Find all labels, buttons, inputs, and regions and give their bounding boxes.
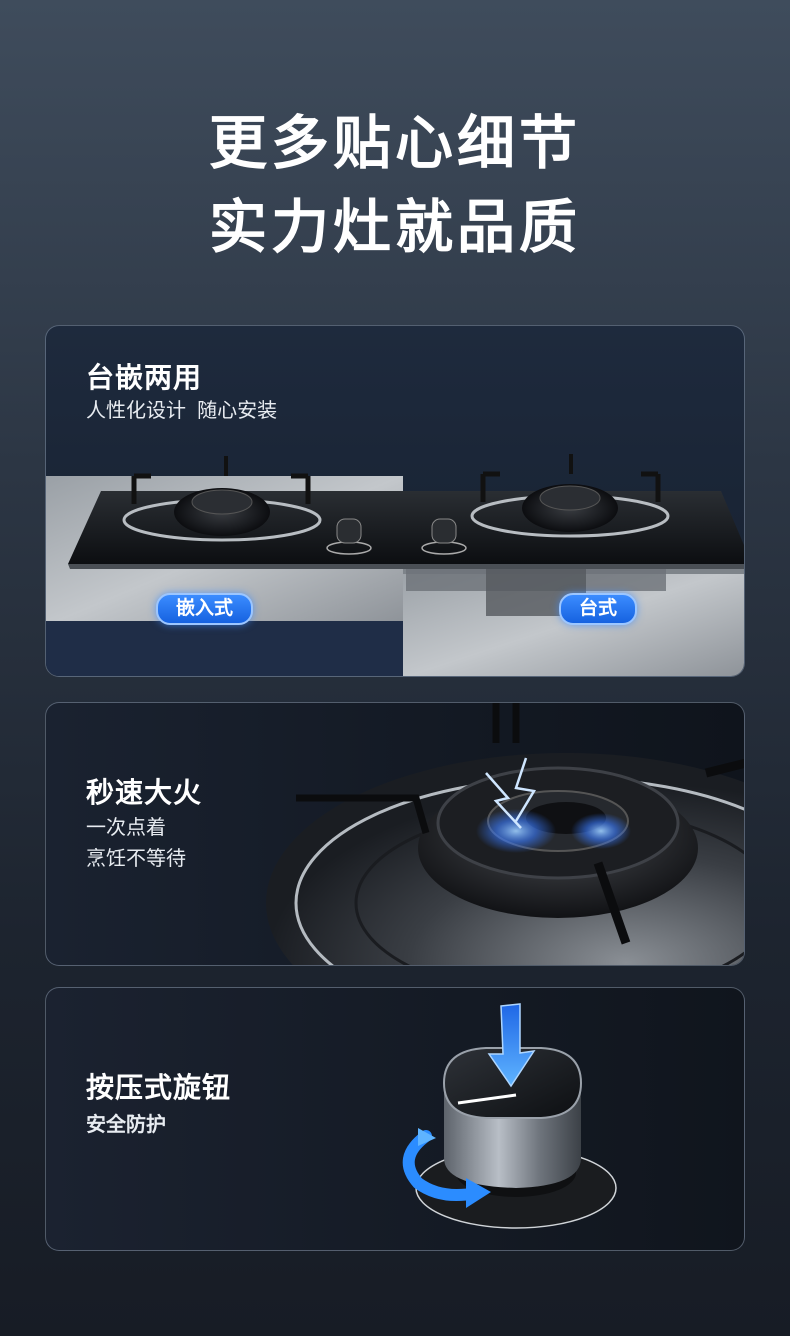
headline: 更多贴心细节 实力灶就品质 <box>0 102 790 270</box>
feature-title: 按压式旋钮 <box>86 1072 232 1103</box>
feature-subtitle-line-2: 烹饪不等待 <box>86 848 186 870</box>
headline-line-1: 更多贴心细节 <box>208 111 581 176</box>
feature-subtitle: 安全防护 <box>86 1114 166 1136</box>
feature-card-fast-ignition: 秒速大火 一次点着 烹饪不等待 <box>45 702 745 966</box>
feature-title: 台嵌两用 <box>86 362 203 393</box>
badge-embedded: 嵌入式 <box>156 593 254 625</box>
headline-line-2: 实力灶就品质 <box>208 195 581 260</box>
feature-subtitle: 人性化设计 随心安装 <box>86 400 278 422</box>
feature-card-dual-install: 台嵌两用 人性化设计 随心安装 嵌入式 台式 <box>45 325 745 677</box>
feature-card-push-knob: 按压式旋钮 安全防护 <box>45 987 745 1251</box>
feature-subtitle-line-1: 一次点着 <box>86 817 166 839</box>
badge-countertop: 台式 <box>559 593 638 625</box>
feature-title: 秒速大火 <box>86 777 203 808</box>
